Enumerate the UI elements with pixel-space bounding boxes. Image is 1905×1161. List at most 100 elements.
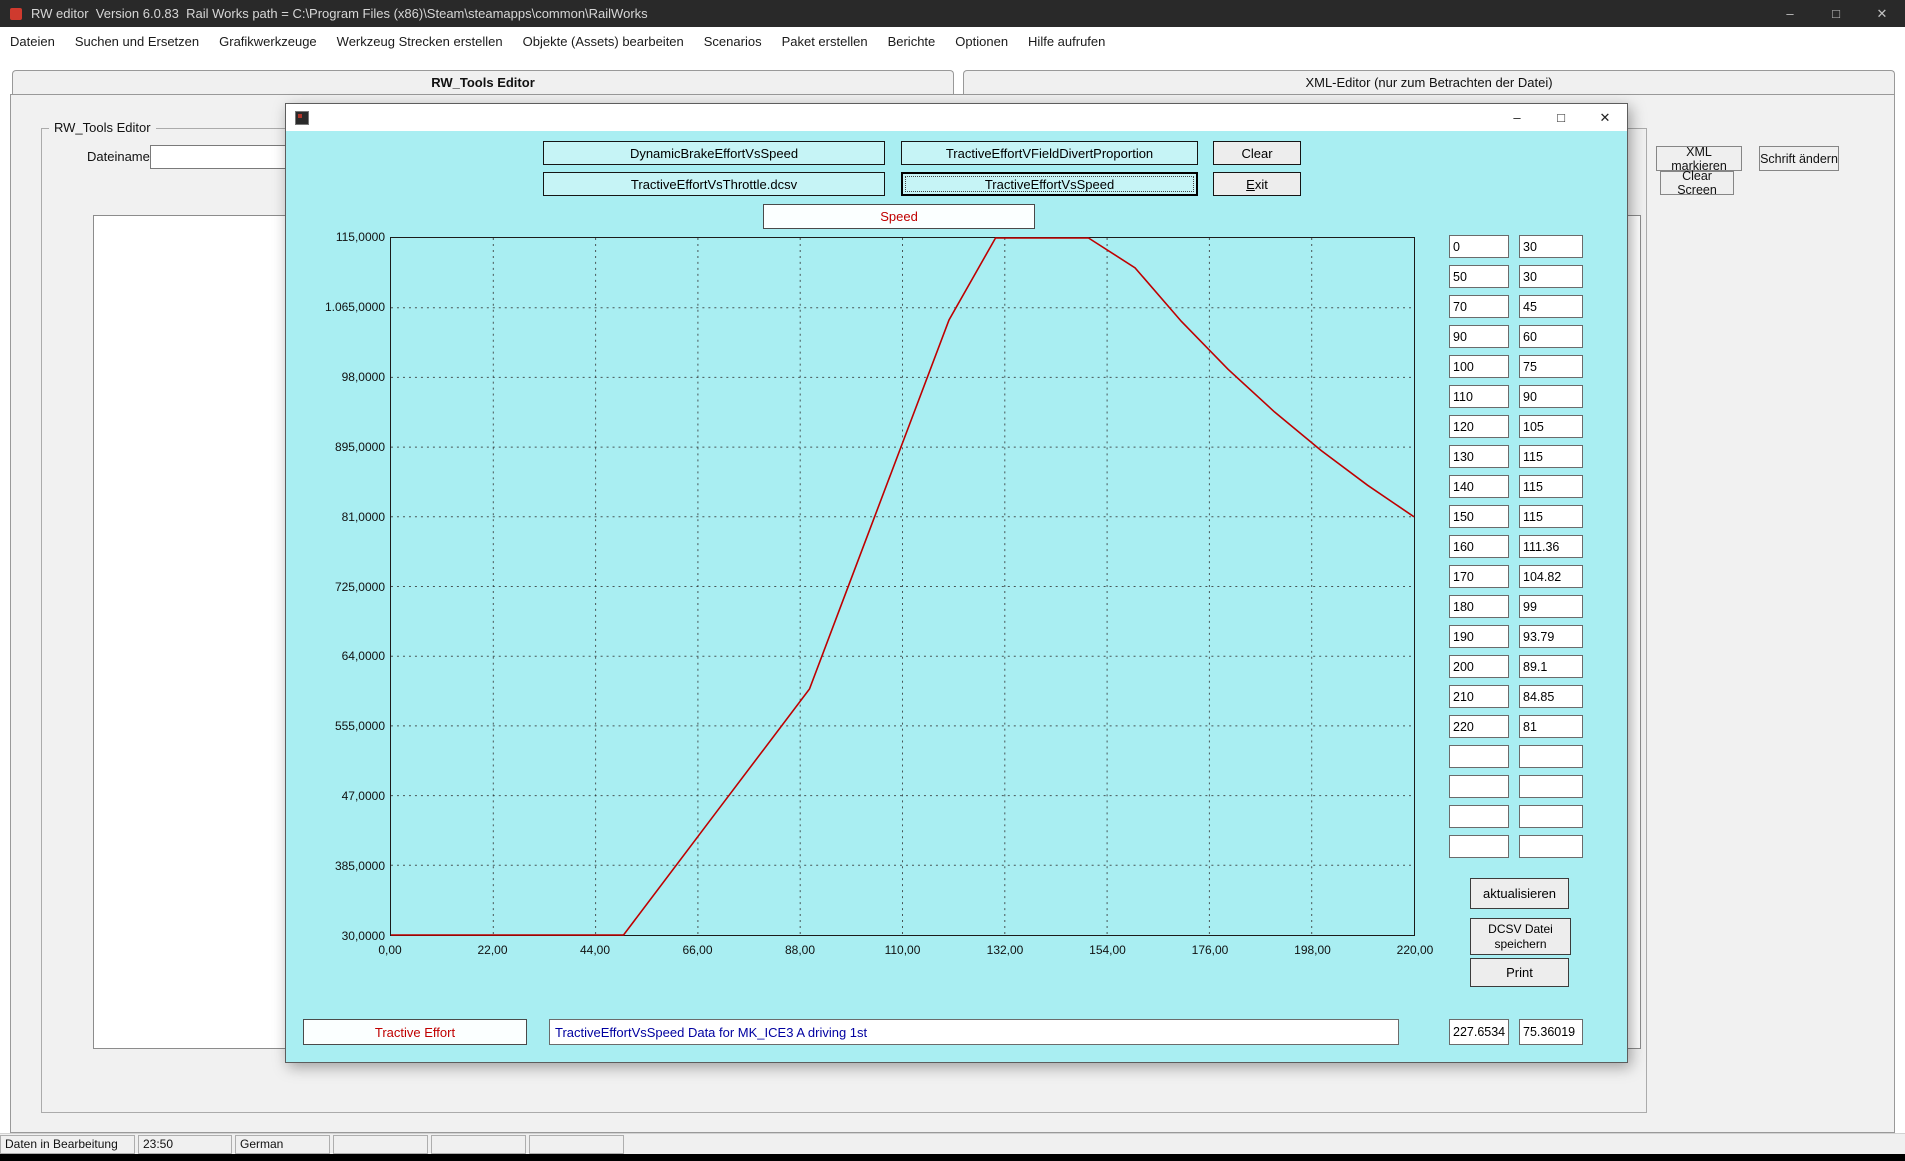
y-tick-label: 98,0000: [342, 370, 385, 384]
effort-value-input[interactable]: [1519, 565, 1583, 588]
effort-value-input[interactable]: [1519, 535, 1583, 558]
speed-value-input[interactable]: [1449, 385, 1509, 408]
curve-chart[interactable]: [390, 237, 1415, 936]
effort-value-input[interactable]: [1519, 505, 1583, 528]
value-grid: [1449, 235, 1583, 858]
effort-value-input[interactable]: [1519, 415, 1583, 438]
speed-value-input[interactable]: [1449, 355, 1509, 378]
speed-value-input[interactable]: [1449, 805, 1509, 828]
y-axis-title: Tractive Effort: [303, 1019, 527, 1045]
menu-item[interactable]: Dateien: [0, 27, 65, 56]
effort-value-input[interactable]: [1519, 445, 1583, 468]
speed-value-input[interactable]: [1449, 625, 1509, 648]
speed-value-input[interactable]: [1449, 835, 1509, 858]
exit-button[interactable]: Exit: [1213, 172, 1301, 196]
menu-item[interactable]: Optionen: [945, 27, 1018, 56]
maximize-icon[interactable]: □: [1813, 0, 1859, 27]
effort-value-input[interactable]: [1519, 775, 1583, 798]
speed-curve-button[interactable]: TractiveEffortVsSpeed: [901, 172, 1198, 196]
minimize-icon[interactable]: –: [1767, 0, 1813, 27]
menu-item[interactable]: Werkzeug Strecken erstellen: [327, 27, 513, 56]
dialog-titlebar: – □ ✕: [286, 104, 1627, 131]
clear-screen-button[interactable]: Clear Screen: [1660, 171, 1734, 195]
speed-value-input[interactable]: [1449, 235, 1509, 258]
app-title: RW editor Version 6.0.83 Rail Works path…: [31, 6, 648, 21]
status-cell: [431, 1135, 526, 1154]
print-button[interactable]: Print: [1470, 958, 1569, 987]
menu-item[interactable]: Paket erstellen: [772, 27, 878, 56]
effort-value-input[interactable]: [1519, 325, 1583, 348]
throttle-curve-button[interactable]: TractiveEffortVsThrottle.dcsv: [543, 172, 885, 196]
effort-value-input[interactable]: [1519, 355, 1583, 378]
chart-svg: [391, 238, 1414, 935]
dcsv-save-line1: DCSV Datei: [1488, 922, 1553, 937]
dialog-maximize-icon[interactable]: □: [1539, 104, 1583, 131]
speed-value-input[interactable]: [1449, 535, 1509, 558]
y-tick-label: 555,0000: [335, 719, 385, 733]
speed-value-input[interactable]: [1449, 325, 1509, 348]
menu-item[interactable]: Grafikwerkzeuge: [209, 27, 327, 56]
effort-value-input[interactable]: [1519, 475, 1583, 498]
tab-xml-editor[interactable]: XML-Editor (nur zum Betrachten der Datei…: [963, 70, 1895, 95]
speed-value-input[interactable]: [1449, 565, 1509, 588]
effort-value-input[interactable]: [1519, 265, 1583, 288]
clear-button[interactable]: Clear: [1213, 141, 1301, 165]
x-axis-labels: 0,0022,0044,0066,0088,00110,00132,00154,…: [390, 943, 1415, 959]
menu-item[interactable]: Suchen und Ersetzen: [65, 27, 209, 56]
effort-value-input[interactable]: [1519, 595, 1583, 618]
effort-value-input[interactable]: [1519, 745, 1583, 768]
aktualisieren-button[interactable]: aktualisieren: [1470, 878, 1569, 909]
dcsv-save-button[interactable]: DCSV Dateispeichern: [1470, 918, 1571, 955]
dialog-window-controls: – □ ✕: [1495, 104, 1627, 131]
effort-value-input[interactable]: [1519, 655, 1583, 678]
effort-value-input[interactable]: [1519, 835, 1583, 858]
x-tick-label: 44,00: [580, 943, 610, 957]
cursor-x-input[interactable]: [1449, 1019, 1509, 1045]
speed-value-input[interactable]: [1449, 505, 1509, 528]
speed-value-input[interactable]: [1449, 595, 1509, 618]
window-controls: – □ ✕: [1767, 0, 1905, 27]
speed-value-input[interactable]: [1449, 655, 1509, 678]
menu-item[interactable]: Scenarios: [694, 27, 772, 56]
cursor-y-input[interactable]: [1519, 1019, 1583, 1045]
speed-value-input[interactable]: [1449, 415, 1509, 438]
x-tick-label: 22,00: [477, 943, 507, 957]
x-tick-label: 176,00: [1192, 943, 1229, 957]
field-divert-button[interactable]: TractiveEffortVFieldDivertProportion: [901, 141, 1198, 165]
effort-value-input[interactable]: [1519, 715, 1583, 738]
dialog-body: DynamicBrakeEffortVsSpeed TractiveEffort…: [286, 131, 1627, 1064]
dialog-minimize-icon[interactable]: –: [1495, 104, 1539, 131]
dateiname-label: Dateiname:: [87, 149, 153, 164]
speed-value-input[interactable]: [1449, 745, 1509, 768]
xml-markieren-button[interactable]: XML markieren: [1656, 146, 1742, 171]
effort-value-input[interactable]: [1519, 295, 1583, 318]
speed-value-input[interactable]: [1449, 775, 1509, 798]
bottom-strip: [0, 1154, 1905, 1161]
x-tick-label: 0,00: [378, 943, 401, 957]
speed-value-input[interactable]: [1449, 295, 1509, 318]
menu-item[interactable]: Hilfe aufrufen: [1018, 27, 1115, 56]
status-bar: Daten in Bearbeitung23:50German: [0, 1133, 1905, 1154]
speed-value-input[interactable]: [1449, 475, 1509, 498]
menu-item[interactable]: Objekte (Assets) bearbeiten: [513, 27, 694, 56]
y-axis-labels: 115,00001.065,000098,0000895,000081,0000…: [286, 237, 385, 936]
speed-value-input[interactable]: [1449, 715, 1509, 738]
speed-value-input[interactable]: [1449, 685, 1509, 708]
effort-value-input[interactable]: [1519, 385, 1583, 408]
x-tick-label: 88,00: [785, 943, 815, 957]
effort-value-input[interactable]: [1519, 235, 1583, 258]
effort-value-input[interactable]: [1519, 625, 1583, 648]
dynamic-brake-button[interactable]: DynamicBrakeEffortVsSpeed: [543, 141, 885, 165]
dialog-close-icon[interactable]: ✕: [1583, 104, 1627, 131]
menu-item[interactable]: Berichte: [878, 27, 946, 56]
close-icon[interactable]: ✕: [1859, 0, 1905, 27]
description-input[interactable]: [549, 1019, 1399, 1045]
effort-value-input[interactable]: [1519, 685, 1583, 708]
speed-value-input[interactable]: [1449, 445, 1509, 468]
speed-value-input[interactable]: [1449, 265, 1509, 288]
schrift-aendern-button[interactable]: Schrift ändern: [1759, 146, 1839, 171]
dcsv-curve-dialog: – □ ✕ DynamicBrakeEffortVsSpeed Tractive…: [285, 103, 1628, 1063]
tab-rwtools-editor[interactable]: RW_Tools Editor: [12, 70, 954, 95]
groupbox-label: RW_Tools Editor: [49, 120, 156, 135]
effort-value-input[interactable]: [1519, 805, 1583, 828]
